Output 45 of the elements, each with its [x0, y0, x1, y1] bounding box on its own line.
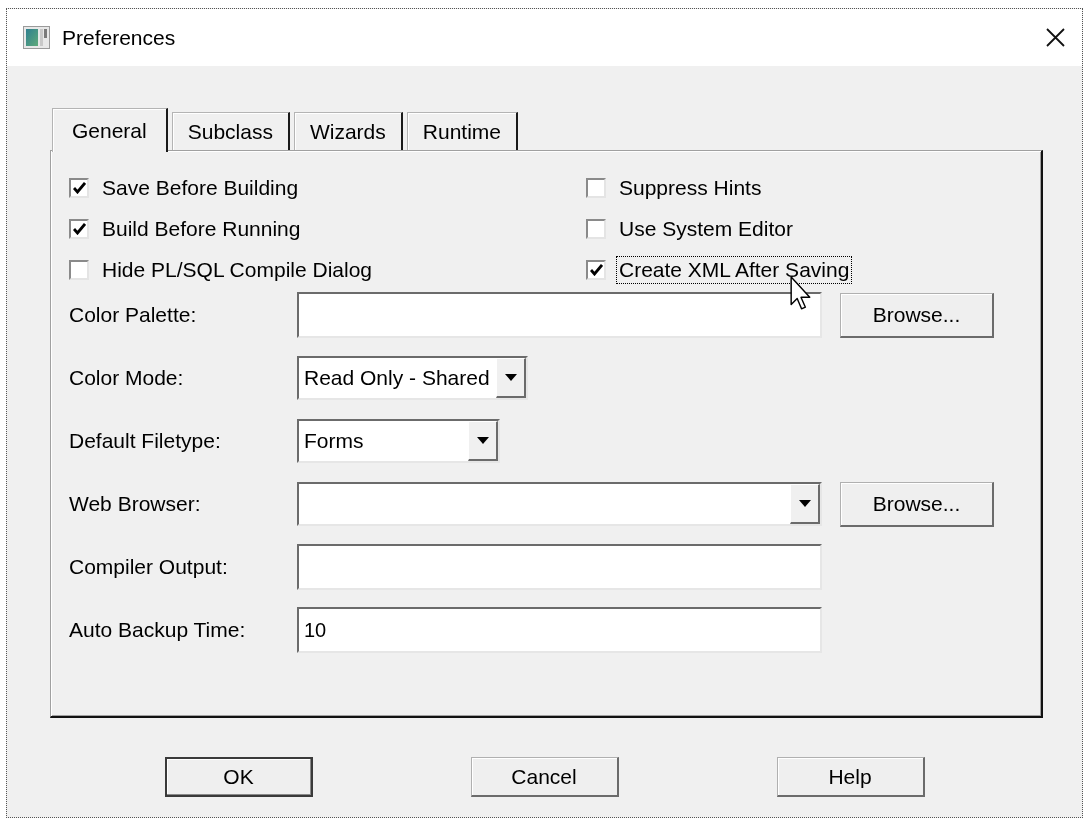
checkbox[interactable] — [69, 178, 89, 198]
checkbox-label[interactable]: Save Before Building — [99, 174, 302, 202]
tab[interactable]: Subclass — [171, 112, 290, 150]
field-label: Web Browser: — [69, 492, 201, 516]
dropdown-field[interactable] — [297, 482, 822, 526]
checkbox[interactable] — [586, 178, 606, 198]
close-button[interactable] — [1045, 27, 1065, 48]
checkbox-label[interactable]: Use System Editor — [616, 215, 796, 243]
dropdown-field[interactable]: Read Only - Shared — [297, 356, 528, 400]
app-icon — [23, 26, 50, 49]
checkbox[interactable] — [69, 260, 89, 280]
field-label: Default Filetype: — [69, 429, 221, 453]
checkbox[interactable] — [586, 219, 606, 239]
dialog-button[interactable]: Help — [776, 757, 925, 797]
browse-button[interactable]: Browse... — [840, 292, 994, 338]
field-label: Color Mode: — [69, 366, 184, 390]
text-field[interactable] — [297, 544, 822, 590]
checkmark-icon — [72, 223, 86, 235]
text-field[interactable]: 10 — [297, 607, 822, 653]
tab[interactable]: Runtime — [406, 112, 518, 150]
field-label: Auto Backup Time: — [69, 618, 246, 642]
tab[interactable]: General — [52, 108, 168, 152]
checkbox-label[interactable]: Build Before Running — [99, 215, 304, 243]
tab[interactable]: Wizards — [293, 112, 403, 150]
browse-button[interactable]: Browse... — [840, 481, 994, 527]
field-label: Compiler Output: — [69, 555, 228, 579]
dialog-button[interactable]: Cancel — [470, 757, 619, 797]
text-field[interactable] — [297, 292, 822, 338]
checkmark-icon — [72, 182, 86, 194]
dropdown-field[interactable]: Forms — [297, 419, 500, 463]
caret-icon — [504, 374, 517, 381]
checkbox-label[interactable]: Suppress Hints — [616, 174, 765, 202]
close-icon — [1045, 28, 1065, 47]
checkbox[interactable] — [69, 219, 89, 239]
dropdown-button[interactable] — [496, 358, 526, 398]
caret-icon — [476, 437, 489, 444]
checkmark-icon — [589, 264, 603, 276]
window-title: Preferences — [62, 25, 176, 50]
field-label: Color Palette: — [69, 303, 197, 327]
checkbox[interactable] — [586, 260, 606, 280]
checkbox-label[interactable]: Hide PL/SQL Compile Dialog — [99, 256, 376, 284]
dialog-button[interactable]: OK — [164, 757, 313, 797]
dropdown-button[interactable] — [790, 484, 820, 524]
caret-icon — [798, 500, 811, 507]
dropdown-button[interactable] — [468, 421, 498, 461]
